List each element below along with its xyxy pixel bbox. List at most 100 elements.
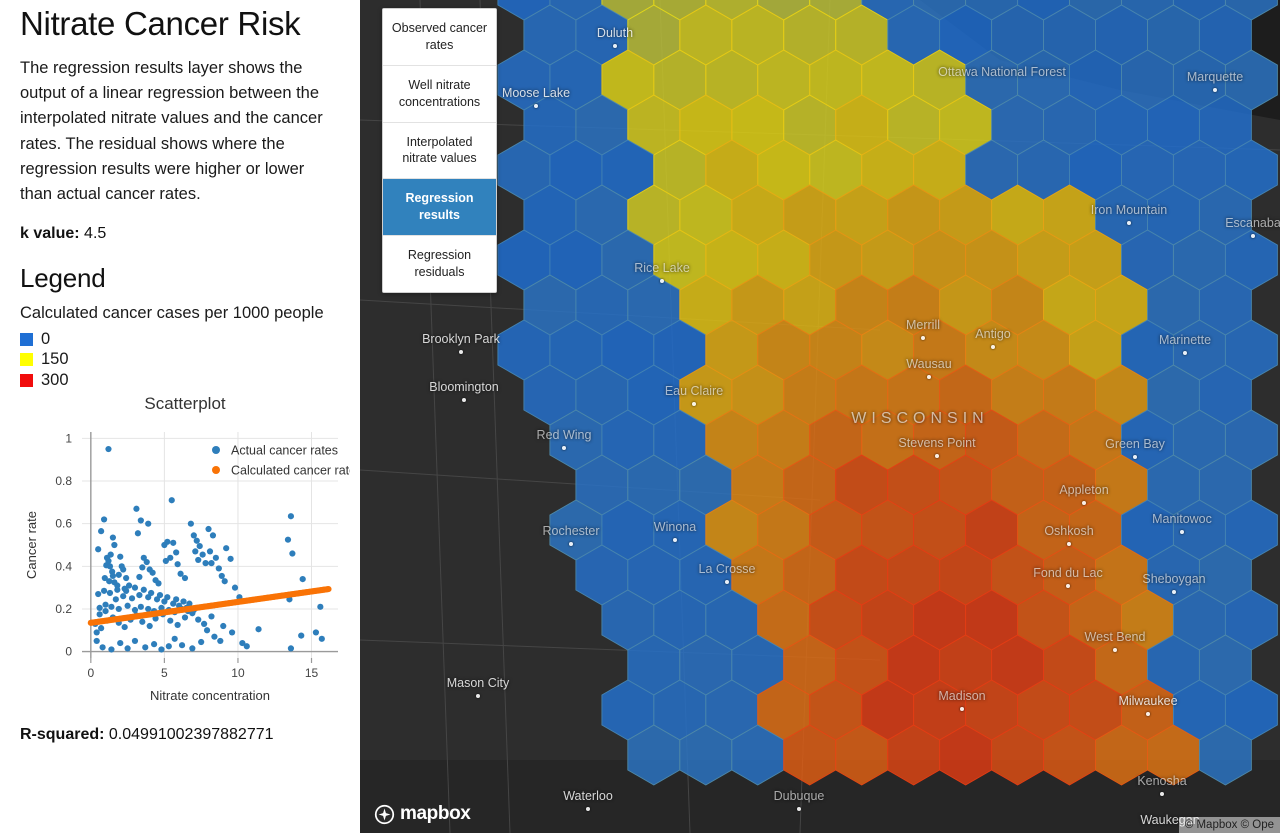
k-value-label: k value: (20, 224, 80, 242)
scatter-point (223, 545, 230, 552)
scatter-point (137, 603, 144, 611)
scatter-point (133, 505, 140, 513)
scatter-point (189, 645, 196, 652)
layer-description: The regression results layer shows the o… (20, 59, 323, 203)
scatter-point (124, 602, 131, 610)
scatter-point (217, 638, 224, 645)
scatter-point (243, 643, 250, 650)
scatter-point (162, 558, 169, 565)
scatter-point (203, 627, 211, 634)
hexbin-overlay (360, 0, 1280, 833)
city-marker-dot (1066, 584, 1070, 588)
legend-subtitle: Calculated cancer cases per 1000 people (20, 303, 324, 322)
city-marker-dot (562, 446, 566, 450)
k-value-number: 4.5 (84, 224, 107, 242)
legend-heading: Legend (20, 262, 106, 293)
scatter-point (115, 572, 122, 579)
chart-legend-marker (212, 446, 220, 455)
scatter-point (287, 513, 295, 520)
scatter-point (150, 641, 158, 648)
scatter-point (99, 644, 106, 651)
scatter-point (96, 605, 103, 612)
city-marker-dot (569, 542, 573, 546)
y-tick-label: 0 (65, 645, 72, 659)
scatter-point (115, 606, 122, 613)
scatter-point (190, 532, 197, 539)
scatter-point (100, 588, 108, 595)
scatter-point (149, 569, 156, 577)
city-marker-dot (459, 350, 463, 354)
layer-button-well-nitrate-concentrations[interactable]: Well nitrate concentrations (383, 65, 496, 123)
scatter-point (100, 516, 108, 523)
scatter-point (206, 548, 214, 555)
scatter-point (212, 554, 219, 562)
city-marker-dot (692, 402, 696, 406)
city-marker-dot (1251, 234, 1255, 238)
scatter-point (192, 548, 199, 555)
layer-control-panel[interactable]: Observed cancer rates Well nitrate concen… (382, 8, 497, 293)
city-marker-dot (476, 694, 480, 698)
x-tick-label: 5 (161, 666, 168, 680)
chart-legend-label: Actual cancer rates (231, 444, 338, 458)
scatter-point (109, 573, 116, 580)
y-tick-label: 0.4 (55, 560, 72, 574)
map-attribution[interactable]: © Mapbox © Ope (1178, 817, 1280, 833)
scatter-point (128, 595, 136, 602)
city-marker-dot (1160, 792, 1164, 796)
scatter-point (142, 644, 149, 651)
scatter-point (287, 645, 295, 652)
scatter-point (105, 446, 112, 453)
scatter-point (121, 624, 128, 631)
sidebar-panel: Nitrate Cancer Risk The regression resul… (0, 0, 360, 833)
scatter-point (164, 594, 171, 601)
city-marker-dot (991, 345, 995, 349)
scatter-point (145, 520, 152, 528)
scatter-point (158, 646, 165, 653)
scatterplot-container: Scatterplot 0 0.2 0.4 0.6 0.8 1 0 5 10 15 Nitrate … (20, 394, 350, 724)
scatter-point (195, 557, 202, 564)
mapbox-logo[interactable]: mapbox (374, 803, 471, 825)
scatter-point (180, 598, 187, 605)
mapbox-logo-icon (374, 804, 395, 824)
scatter-point (199, 551, 206, 558)
chart-legend-label: Calculated cancer rates (231, 464, 350, 478)
scatter-point (173, 596, 180, 603)
scatter-point (220, 623, 227, 630)
scatter-point (298, 632, 305, 639)
map-canvas[interactable]: Duluth Moose Lake Ottawa National Forest Ma… (360, 0, 1280, 833)
city-marker-dot (1067, 542, 1071, 546)
scatter-point (312, 629, 320, 636)
scatter-point (170, 540, 177, 547)
scatter-point (174, 561, 181, 568)
scatter-point (139, 564, 146, 571)
scatter-point (102, 601, 109, 609)
city-marker-dot (1133, 455, 1137, 459)
scatter-point (174, 622, 181, 629)
scatter-point (317, 603, 324, 611)
page-title: Nitrate Cancer Risk (20, 5, 301, 42)
scatter-point (156, 592, 164, 599)
city-marker-dot (534, 104, 538, 108)
scatter-point (227, 556, 234, 563)
scatter-point (289, 550, 296, 557)
legend-items: 0 150 300 (20, 331, 340, 389)
scatter-point (124, 645, 131, 652)
layer-button-regression-residuals[interactable]: Regression residuals (383, 236, 496, 292)
city-marker-dot (1113, 648, 1117, 652)
layer-button-interpolated-nitrate-values[interactable]: Interpolated nitrate values (383, 122, 496, 180)
scatter-point (123, 575, 130, 582)
city-marker-dot (797, 807, 801, 811)
scatter-point (123, 588, 130, 595)
layer-button-regression-results[interactable]: Regression results (383, 179, 496, 236)
city-marker-dot (1183, 351, 1187, 355)
layer-button-observed-cancer-rates[interactable]: Observed cancer rates (383, 9, 496, 66)
scatter-point (145, 606, 152, 613)
scatter-point (140, 586, 147, 594)
scatter-point (195, 616, 202, 623)
legend-item: 300 (20, 372, 340, 389)
scatter-point (198, 639, 205, 646)
y-tick-label: 0.2 (55, 602, 72, 616)
scatter-point (228, 629, 236, 636)
x-tick-label: 0 (87, 666, 94, 680)
legend-item: 150 (20, 351, 340, 368)
